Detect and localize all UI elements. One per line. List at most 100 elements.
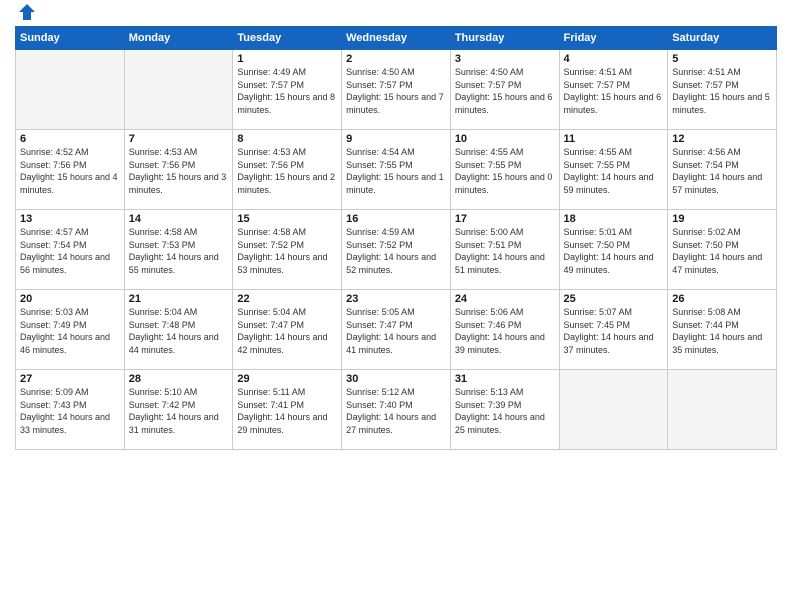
day-number: 29 bbox=[237, 373, 337, 385]
day-number: 16 bbox=[346, 213, 446, 225]
calendar-cell bbox=[668, 370, 777, 450]
day-info: Sunrise: 4:58 AM Sunset: 7:52 PM Dayligh… bbox=[237, 226, 337, 276]
day-number: 3 bbox=[455, 53, 555, 65]
calendar-header-row: SundayMondayTuesdayWednesdayThursdayFrid… bbox=[16, 27, 777, 50]
day-number: 20 bbox=[20, 293, 120, 305]
calendar-cell: 15Sunrise: 4:58 AM Sunset: 7:52 PM Dayli… bbox=[233, 210, 342, 290]
day-info: Sunrise: 5:04 AM Sunset: 7:48 PM Dayligh… bbox=[129, 306, 229, 356]
calendar-cell: 7Sunrise: 4:53 AM Sunset: 7:56 PM Daylig… bbox=[124, 130, 233, 210]
day-number: 24 bbox=[455, 293, 555, 305]
calendar-cell: 4Sunrise: 4:51 AM Sunset: 7:57 PM Daylig… bbox=[559, 50, 668, 130]
day-info: Sunrise: 5:12 AM Sunset: 7:40 PM Dayligh… bbox=[346, 386, 446, 436]
day-info: Sunrise: 5:10 AM Sunset: 7:42 PM Dayligh… bbox=[129, 386, 229, 436]
day-number: 18 bbox=[564, 213, 664, 225]
calendar-header-tuesday: Tuesday bbox=[233, 27, 342, 50]
day-info: Sunrise: 4:50 AM Sunset: 7:57 PM Dayligh… bbox=[346, 66, 446, 116]
week-row-1: 1Sunrise: 4:49 AM Sunset: 7:57 PM Daylig… bbox=[16, 50, 777, 130]
calendar-cell: 1Sunrise: 4:49 AM Sunset: 7:57 PM Daylig… bbox=[233, 50, 342, 130]
day-number: 9 bbox=[346, 133, 446, 145]
day-info: Sunrise: 4:57 AM Sunset: 7:54 PM Dayligh… bbox=[20, 226, 120, 276]
calendar-cell: 3Sunrise: 4:50 AM Sunset: 7:57 PM Daylig… bbox=[450, 50, 559, 130]
calendar-cell: 17Sunrise: 5:00 AM Sunset: 7:51 PM Dayli… bbox=[450, 210, 559, 290]
calendar-cell bbox=[16, 50, 125, 130]
logo bbox=[15, 14, 37, 18]
calendar-cell: 16Sunrise: 4:59 AM Sunset: 7:52 PM Dayli… bbox=[342, 210, 451, 290]
day-info: Sunrise: 5:11 AM Sunset: 7:41 PM Dayligh… bbox=[237, 386, 337, 436]
day-info: Sunrise: 5:08 AM Sunset: 7:44 PM Dayligh… bbox=[672, 306, 772, 356]
day-number: 14 bbox=[129, 213, 229, 225]
day-info: Sunrise: 4:59 AM Sunset: 7:52 PM Dayligh… bbox=[346, 226, 446, 276]
day-info: Sunrise: 5:02 AM Sunset: 7:50 PM Dayligh… bbox=[672, 226, 772, 276]
day-number: 31 bbox=[455, 373, 555, 385]
day-info: Sunrise: 4:52 AM Sunset: 7:56 PM Dayligh… bbox=[20, 146, 120, 196]
calendar-table: SundayMondayTuesdayWednesdayThursdayFrid… bbox=[15, 26, 777, 450]
day-number: 13 bbox=[20, 213, 120, 225]
day-info: Sunrise: 4:54 AM Sunset: 7:55 PM Dayligh… bbox=[346, 146, 446, 196]
calendar-cell: 21Sunrise: 5:04 AM Sunset: 7:48 PM Dayli… bbox=[124, 290, 233, 370]
calendar-cell: 12Sunrise: 4:56 AM Sunset: 7:54 PM Dayli… bbox=[668, 130, 777, 210]
calendar-cell: 14Sunrise: 4:58 AM Sunset: 7:53 PM Dayli… bbox=[124, 210, 233, 290]
calendar-cell: 9Sunrise: 4:54 AM Sunset: 7:55 PM Daylig… bbox=[342, 130, 451, 210]
day-info: Sunrise: 5:09 AM Sunset: 7:43 PM Dayligh… bbox=[20, 386, 120, 436]
calendar-cell: 2Sunrise: 4:50 AM Sunset: 7:57 PM Daylig… bbox=[342, 50, 451, 130]
day-info: Sunrise: 5:07 AM Sunset: 7:45 PM Dayligh… bbox=[564, 306, 664, 356]
week-row-4: 20Sunrise: 5:03 AM Sunset: 7:49 PM Dayli… bbox=[16, 290, 777, 370]
day-number: 17 bbox=[455, 213, 555, 225]
day-number: 8 bbox=[237, 133, 337, 145]
calendar-cell: 23Sunrise: 5:05 AM Sunset: 7:47 PM Dayli… bbox=[342, 290, 451, 370]
calendar-header-sunday: Sunday bbox=[16, 27, 125, 50]
day-info: Sunrise: 5:13 AM Sunset: 7:39 PM Dayligh… bbox=[455, 386, 555, 436]
week-row-2: 6Sunrise: 4:52 AM Sunset: 7:56 PM Daylig… bbox=[16, 130, 777, 210]
header bbox=[15, 10, 777, 18]
calendar-cell bbox=[559, 370, 668, 450]
calendar-header-friday: Friday bbox=[559, 27, 668, 50]
day-info: Sunrise: 5:05 AM Sunset: 7:47 PM Dayligh… bbox=[346, 306, 446, 356]
calendar-header-saturday: Saturday bbox=[668, 27, 777, 50]
day-info: Sunrise: 5:06 AM Sunset: 7:46 PM Dayligh… bbox=[455, 306, 555, 356]
day-info: Sunrise: 4:58 AM Sunset: 7:53 PM Dayligh… bbox=[129, 226, 229, 276]
calendar-header-thursday: Thursday bbox=[450, 27, 559, 50]
day-info: Sunrise: 4:55 AM Sunset: 7:55 PM Dayligh… bbox=[455, 146, 555, 196]
calendar-cell: 13Sunrise: 4:57 AM Sunset: 7:54 PM Dayli… bbox=[16, 210, 125, 290]
day-number: 2 bbox=[346, 53, 446, 65]
day-number: 7 bbox=[129, 133, 229, 145]
day-number: 6 bbox=[20, 133, 120, 145]
calendar-cell: 11Sunrise: 4:55 AM Sunset: 7:55 PM Dayli… bbox=[559, 130, 668, 210]
day-info: Sunrise: 4:51 AM Sunset: 7:57 PM Dayligh… bbox=[672, 66, 772, 116]
day-info: Sunrise: 4:55 AM Sunset: 7:55 PM Dayligh… bbox=[564, 146, 664, 196]
calendar-cell: 25Sunrise: 5:07 AM Sunset: 7:45 PM Dayli… bbox=[559, 290, 668, 370]
day-number: 11 bbox=[564, 133, 664, 145]
day-number: 5 bbox=[672, 53, 772, 65]
calendar-header-monday: Monday bbox=[124, 27, 233, 50]
calendar-cell: 22Sunrise: 5:04 AM Sunset: 7:47 PM Dayli… bbox=[233, 290, 342, 370]
day-info: Sunrise: 5:01 AM Sunset: 7:50 PM Dayligh… bbox=[564, 226, 664, 276]
calendar-cell: 29Sunrise: 5:11 AM Sunset: 7:41 PM Dayli… bbox=[233, 370, 342, 450]
calendar-cell: 6Sunrise: 4:52 AM Sunset: 7:56 PM Daylig… bbox=[16, 130, 125, 210]
day-number: 4 bbox=[564, 53, 664, 65]
day-number: 19 bbox=[672, 213, 772, 225]
calendar-cell: 24Sunrise: 5:06 AM Sunset: 7:46 PM Dayli… bbox=[450, 290, 559, 370]
day-info: Sunrise: 5:04 AM Sunset: 7:47 PM Dayligh… bbox=[237, 306, 337, 356]
day-info: Sunrise: 4:53 AM Sunset: 7:56 PM Dayligh… bbox=[237, 146, 337, 196]
calendar-cell: 10Sunrise: 4:55 AM Sunset: 7:55 PM Dayli… bbox=[450, 130, 559, 210]
day-number: 22 bbox=[237, 293, 337, 305]
page-container: SundayMondayTuesdayWednesdayThursdayFrid… bbox=[0, 0, 792, 455]
day-info: Sunrise: 4:49 AM Sunset: 7:57 PM Dayligh… bbox=[237, 66, 337, 116]
calendar-header-wednesday: Wednesday bbox=[342, 27, 451, 50]
calendar-cell: 19Sunrise: 5:02 AM Sunset: 7:50 PM Dayli… bbox=[668, 210, 777, 290]
calendar-cell: 30Sunrise: 5:12 AM Sunset: 7:40 PM Dayli… bbox=[342, 370, 451, 450]
day-number: 25 bbox=[564, 293, 664, 305]
day-info: Sunrise: 5:00 AM Sunset: 7:51 PM Dayligh… bbox=[455, 226, 555, 276]
day-number: 28 bbox=[129, 373, 229, 385]
week-row-3: 13Sunrise: 4:57 AM Sunset: 7:54 PM Dayli… bbox=[16, 210, 777, 290]
day-number: 23 bbox=[346, 293, 446, 305]
calendar-cell: 26Sunrise: 5:08 AM Sunset: 7:44 PM Dayli… bbox=[668, 290, 777, 370]
day-number: 30 bbox=[346, 373, 446, 385]
day-info: Sunrise: 4:50 AM Sunset: 7:57 PM Dayligh… bbox=[455, 66, 555, 116]
day-number: 1 bbox=[237, 53, 337, 65]
calendar-cell: 18Sunrise: 5:01 AM Sunset: 7:50 PM Dayli… bbox=[559, 210, 668, 290]
calendar-cell: 8Sunrise: 4:53 AM Sunset: 7:56 PM Daylig… bbox=[233, 130, 342, 210]
day-info: Sunrise: 4:53 AM Sunset: 7:56 PM Dayligh… bbox=[129, 146, 229, 196]
calendar-cell: 5Sunrise: 4:51 AM Sunset: 7:57 PM Daylig… bbox=[668, 50, 777, 130]
day-number: 15 bbox=[237, 213, 337, 225]
